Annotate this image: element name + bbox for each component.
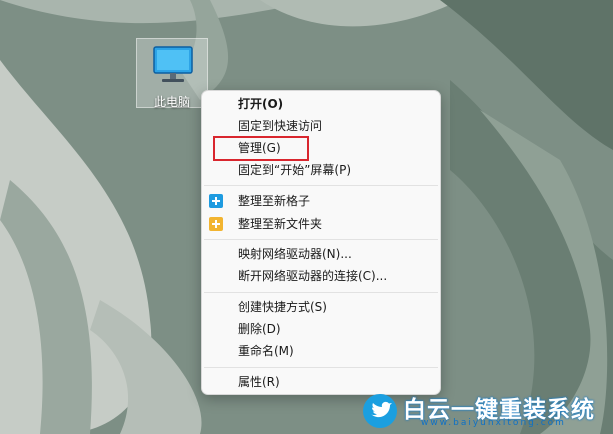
menu-item-pin-quick-access[interactable]: 固定到快速访问 [238, 116, 322, 136]
menu-item-new-grid[interactable]: 整理至新格子 [238, 191, 310, 211]
menu-item-rename[interactable]: 重命名(M) [238, 341, 294, 361]
menu-separator [204, 239, 438, 240]
menu-item-properties[interactable]: 属性(R) [238, 372, 280, 392]
computer-icon [153, 46, 193, 82]
twitter-bird-icon [363, 394, 397, 428]
menu-item-map-network-drive[interactable]: 映射网络驱动器(N)... [238, 244, 352, 264]
menu-separator [204, 292, 438, 293]
menu-item-open[interactable]: 打开(O) [238, 94, 283, 114]
watermark-logo: 白云一键重装系统 www.baiyunxitong.com [363, 388, 608, 432]
new-folder-icon [209, 217, 223, 231]
manage-highlight-box [213, 136, 309, 161]
menu-item-new-folder[interactable]: 整理至新文件夹 [238, 214, 322, 234]
menu-separator [204, 185, 438, 186]
menu-item-delete[interactable]: 删除(D) [238, 319, 281, 339]
watermark-url: www.baiyunxitong.com [421, 418, 566, 428]
menu-separator [204, 367, 438, 368]
new-grid-icon [209, 194, 223, 208]
menu-item-pin-start[interactable]: 固定到“开始”屏幕(P) [238, 160, 351, 180]
desktop-icon-label: 此电脑 [153, 95, 190, 109]
menu-item-disconnect-network-drive[interactable]: 断开网络驱动器的连接(C)... [238, 266, 387, 286]
menu-item-create-shortcut[interactable]: 创建快捷方式(S) [238, 297, 327, 317]
desktop-icon-this-pc[interactable]: 此电脑 [136, 38, 208, 109]
